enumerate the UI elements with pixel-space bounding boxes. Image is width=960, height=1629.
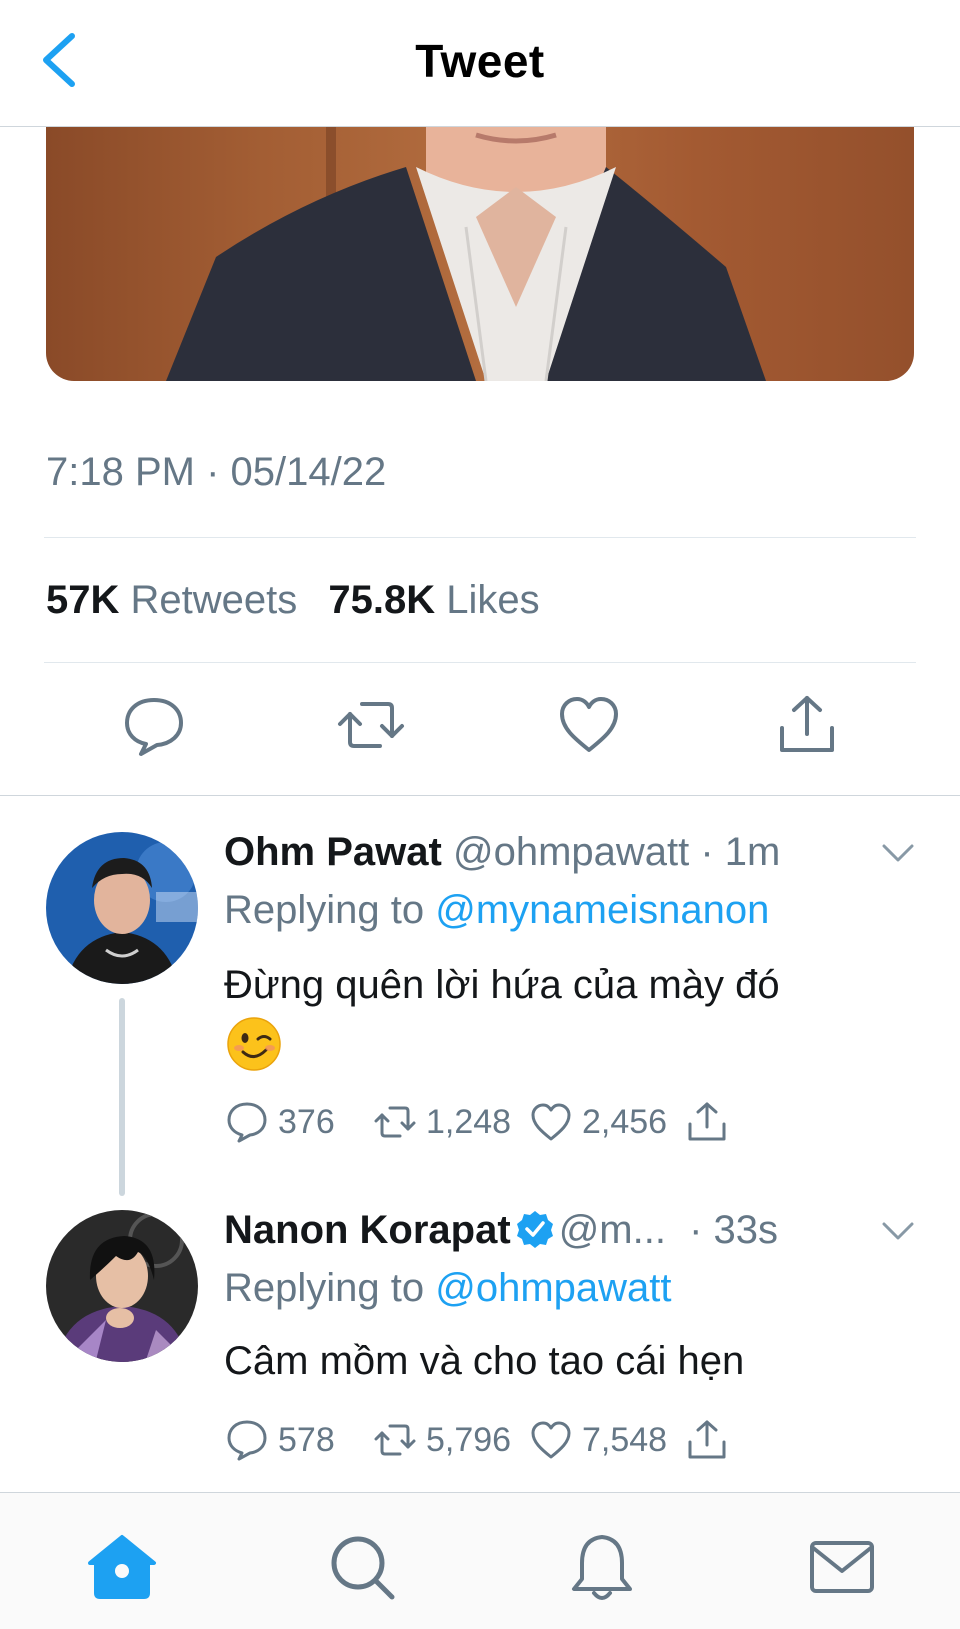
retweet-icon [374,1106,416,1138]
like-icon [531,1103,571,1141]
reply-icon [227,1420,267,1461]
tab-search[interactable] [326,1531,398,1603]
search-icon [331,1536,395,1600]
section-divider [0,795,960,796]
tab-messages[interactable] [806,1531,878,1603]
messages-icon [810,1541,874,1593]
share-button[interactable] [684,1414,730,1466]
divider [44,662,916,663]
home-icon [88,1535,156,1599]
like-button[interactable] [554,690,624,760]
retweet-count: 5,796 [426,1420,512,1459]
bottom-tab-bar [0,1492,960,1629]
thread-connector [119,998,125,1196]
page-title: Tweet [415,35,545,87]
reply-button[interactable]: 376 [224,1096,335,1148]
user-handle[interactable]: @m... [559,1208,666,1252]
likes-label[interactable]: Likes [446,578,539,622]
avatar-image [46,1210,198,1362]
replying-to-label: Replying to [224,888,436,932]
reply-count: 578 [278,1420,335,1459]
display-name[interactable]: Nanon Korapat [224,1208,511,1252]
tab-home[interactable] [86,1531,158,1603]
top-nav-bar: Tweet [0,0,960,127]
share-icon [688,1420,726,1459]
share-icon [780,696,834,752]
replying-to-label: Replying to [224,1266,436,1310]
tweet-photo-image [46,127,914,381]
reply-time: · 33s [689,1208,779,1252]
share-icon [688,1102,726,1141]
divider [44,537,916,538]
tab-notifications[interactable] [566,1531,638,1603]
like-icon [560,697,618,752]
reply-icon [227,1102,267,1143]
tweet-timestamp: 7:18 PM · 05/14/22 [46,450,387,494]
chevron-down-icon[interactable] [878,838,918,868]
reply-actions: 376 1,248 2,456 [224,1096,744,1148]
winking-face-emoji [227,1017,281,1071]
display-name[interactable]: Ohm Pawat [224,830,442,874]
like-icon [531,1421,571,1459]
tweet-photo[interactable] [46,127,914,381]
reply-header: Ohm Pawat @ohmpawatt · 1m [224,830,780,875]
reply-icon [125,698,183,756]
retweet-icon [338,702,404,748]
avatar-image [46,832,198,984]
reply-count: 376 [278,1102,335,1141]
share-button[interactable] [772,690,842,760]
reply-header: Nanon Korapat @m... · 33s [224,1208,778,1253]
reply-text: Câm mồm và cho tao cái hẹn [224,1339,745,1383]
mention-link[interactable]: @ohmpawatt [435,1266,671,1310]
retweets-count[interactable]: 57K [46,578,119,622]
tweet-actions [0,690,960,770]
verified-badge-icon [516,1211,553,1248]
retweet-button[interactable] [336,690,406,760]
like-count: 2,456 [582,1102,668,1141]
retweet-button[interactable]: 5,796 [372,1414,511,1466]
retweet-icon [374,1424,416,1456]
mention-link[interactable]: @mynameisnanon [435,888,769,932]
retweets-label[interactable]: Retweets [131,578,298,622]
chevron-down-icon[interactable] [878,1216,918,1246]
like-button[interactable]: 7,548 [528,1414,667,1466]
avatar[interactable] [46,832,198,984]
reply-actions: 578 5,796 7,548 [224,1414,744,1466]
replying-to: Replying to @mynameisnanon [224,888,769,933]
share-button[interactable] [684,1096,730,1148]
retweet-count: 1,248 [426,1102,512,1141]
like-button[interactable]: 2,456 [528,1096,667,1148]
notifications-icon [572,1535,632,1600]
avatar[interactable] [46,1210,198,1362]
reply-button[interactable]: 578 [224,1414,335,1466]
replying-to: Replying to @ohmpawatt [224,1266,672,1311]
reply-text: Đừng quên lời hứa của mày đó [224,963,780,1007]
like-count: 7,548 [582,1420,668,1459]
likes-count[interactable]: 75.8K [328,578,435,622]
user-handle[interactable]: @ohmpawatt [453,830,689,874]
reply-time: · 1m [700,830,781,874]
tweet-stats: 57K Retweets 75.8K Likes [46,578,540,623]
retweet-button[interactable]: 1,248 [372,1096,511,1148]
reply-button[interactable] [119,690,189,760]
